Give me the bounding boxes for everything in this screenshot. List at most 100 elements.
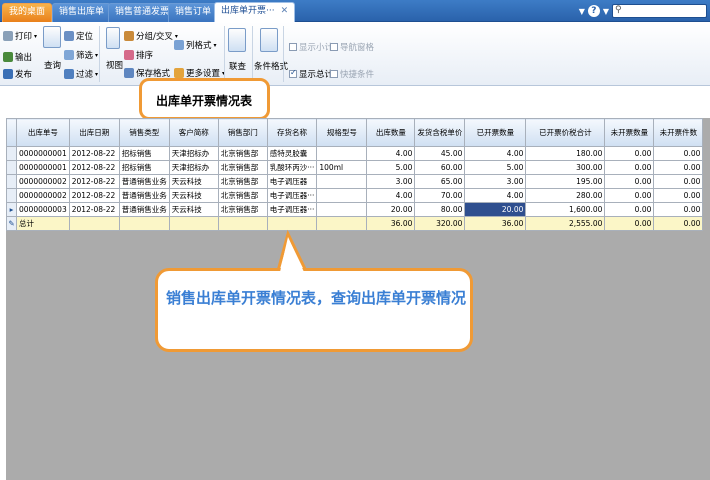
sort-button[interactable]: 排序: [124, 49, 153, 61]
column-header[interactable]: 未开票数量: [604, 118, 655, 147]
table-cell[interactable]: 北京销售部: [217, 160, 268, 175]
row-header[interactable]: ▸: [6, 202, 17, 217]
chevron-down-icon[interactable]: ▼: [579, 7, 585, 16]
table-cell[interactable]: 北京销售部: [217, 202, 268, 217]
quick-condition-checkbox[interactable]: 快捷条件: [330, 68, 374, 80]
table-cell[interactable]: 0000000002: [16, 188, 70, 203]
table-cell[interactable]: 2012-08-22: [68, 188, 120, 203]
table-cell[interactable]: 天津招标办: [168, 146, 219, 161]
nav-window-checkbox[interactable]: 导航窗格: [330, 41, 374, 53]
row-header[interactable]: [6, 146, 17, 161]
table-cell[interactable]: 电子调压器: [266, 174, 318, 189]
column-header[interactable]: 已开票价税合计: [525, 118, 606, 147]
table-cell[interactable]: 北京销售部: [217, 188, 268, 203]
table-cell[interactable]: 0000000001: [16, 160, 70, 175]
table-cell[interactable]: 0000000001: [16, 146, 70, 161]
table-row[interactable]: 0000000001 2012-08-22 招标销售 天津招标办 北京销售部 感特灵胶囊 4…: [6, 146, 704, 161]
table-cell[interactable]: 20.00: [464, 202, 527, 217]
column-header[interactable]: 出库单号: [16, 118, 70, 147]
column-header[interactable]: 出库数量: [366, 118, 416, 147]
table-cell[interactable]: 招标销售: [118, 160, 170, 175]
table-row[interactable]: ▸ 0000000003 2012-08-22 普通销售业务 天云科技 北京销售部 电子调压…: [6, 202, 704, 217]
table-cell[interactable]: 天云科技: [168, 188, 219, 203]
table-cell[interactable]: 电子调压器···: [266, 202, 318, 217]
table-cell[interactable]: 20.00: [366, 202, 416, 217]
table-cell[interactable]: 招标销售: [118, 146, 170, 161]
table-cell[interactable]: 45.00: [414, 146, 466, 161]
table-cell[interactable]: 0.00: [653, 188, 704, 203]
column-header[interactable]: 存货名称: [266, 118, 318, 147]
tab-outbound-invoice-report[interactable]: 出库单开票··· ✕: [214, 2, 296, 22]
table-cell[interactable]: 4.00: [366, 146, 416, 161]
table-cell[interactable]: 0000000002: [16, 174, 70, 189]
tab-sales-invoice[interactable]: 销售普通发票: [108, 3, 177, 22]
table-cell[interactable]: [316, 202, 368, 217]
row-header[interactable]: [6, 174, 17, 189]
print-button[interactable]: 打印 ▾: [3, 30, 37, 42]
query-button[interactable]: 查询: [44, 59, 61, 71]
table-cell[interactable]: 5.00: [464, 160, 527, 175]
table-cell[interactable]: 0.00: [653, 146, 704, 161]
table-cell[interactable]: 300.00: [525, 160, 606, 175]
table-cell[interactable]: 2012-08-22: [68, 146, 120, 161]
table-cell[interactable]: 0.00: [604, 202, 655, 217]
column-header[interactable]: 规格型号: [316, 118, 368, 147]
table-row[interactable]: 0000000001 2012-08-22 招标销售 天津招标办 北京销售部 乳酸环丙沙·…: [6, 160, 704, 175]
link-query-icon[interactable]: [228, 28, 246, 52]
table-cell[interactable]: 100ml: [316, 160, 368, 175]
table-cell[interactable]: 3.00: [464, 174, 527, 189]
query-icon[interactable]: [43, 26, 61, 48]
column-header[interactable]: 销售类型: [118, 118, 170, 147]
table-cell[interactable]: 天云科技: [168, 174, 219, 189]
table-cell[interactable]: 普通销售业务: [118, 188, 170, 203]
table-cell[interactable]: 天云科技: [168, 202, 219, 217]
export-button[interactable]: 输出: [3, 51, 32, 63]
help-icon[interactable]: ?: [587, 5, 600, 17]
column-header[interactable]: 发货含税单价: [414, 118, 466, 147]
table-cell[interactable]: 0.00: [604, 188, 655, 203]
row-header[interactable]: [6, 188, 17, 203]
table-cell[interactable]: 195.00: [525, 174, 606, 189]
row-header[interactable]: [6, 160, 17, 175]
table-cell[interactable]: 天津招标办: [168, 160, 219, 175]
publish-button[interactable]: 发布: [3, 68, 32, 80]
column-header[interactable]: 客户简称: [168, 118, 219, 147]
filter-button[interactable]: 筛选 ▾: [64, 49, 98, 61]
view-button[interactable]: 视图: [106, 59, 123, 71]
table-cell[interactable]: 电子调压器···: [266, 188, 318, 203]
close-icon[interactable]: ✕: [281, 6, 289, 16]
tab-sales-order[interactable]: 销售订单: [168, 3, 219, 22]
table-cell[interactable]: 北京销售部: [217, 174, 268, 189]
table-cell[interactable]: 0.00: [604, 160, 655, 175]
show-subtotal-checkbox[interactable]: 显示小计: [289, 41, 333, 53]
table-cell[interactable]: 0.00: [653, 202, 704, 217]
column-header[interactable]: 出库日期: [68, 118, 120, 147]
tab-sales-outbound[interactable]: 销售出库单: [52, 3, 112, 22]
table-cell[interactable]: 3.00: [366, 174, 416, 189]
table-cell[interactable]: 1,600.00: [525, 202, 606, 217]
table-cell[interactable]: 80.00: [414, 202, 466, 217]
column-format-button[interactable]: 列格式 ▾: [174, 39, 217, 51]
table-cell[interactable]: 2012-08-22: [68, 174, 120, 189]
table-cell[interactable]: 65.00: [414, 174, 466, 189]
table-cell[interactable]: 180.00: [525, 146, 606, 161]
table-cell[interactable]: [316, 146, 368, 161]
table-cell[interactable]: 4.00: [464, 188, 527, 203]
table-cell[interactable]: 普通销售业务: [118, 174, 170, 189]
table-row[interactable]: 0000000002 2012-08-22 普通销售业务 天云科技 北京销售部 电子调压器…: [6, 188, 704, 203]
chevron-down-icon[interactable]: ▼: [603, 7, 609, 16]
table-cell[interactable]: 0000000003: [16, 202, 70, 217]
table-cell[interactable]: 感特灵胶囊: [266, 146, 318, 161]
tab-desktop[interactable]: 我的桌面: [2, 3, 53, 22]
view-icon[interactable]: [106, 27, 120, 49]
table-row[interactable]: 0000000002 2012-08-22 普通销售业务 天云科技 北京销售部 电子调压器…: [6, 174, 704, 189]
column-header[interactable]: 未开票件数: [653, 118, 704, 147]
table-cell[interactable]: 北京销售部: [217, 146, 268, 161]
search-input[interactable]: ⚲: [612, 4, 707, 18]
show-total-checkbox[interactable]: 显示总计: [289, 68, 333, 80]
table-cell[interactable]: 60.00: [414, 160, 466, 175]
group-cross-button[interactable]: 分组/交叉 ▾: [124, 30, 178, 42]
table-cell[interactable]: 2012-08-22: [68, 202, 120, 217]
table-cell[interactable]: 乳酸环丙沙···: [266, 160, 318, 175]
table-cell[interactable]: 280.00: [525, 188, 606, 203]
